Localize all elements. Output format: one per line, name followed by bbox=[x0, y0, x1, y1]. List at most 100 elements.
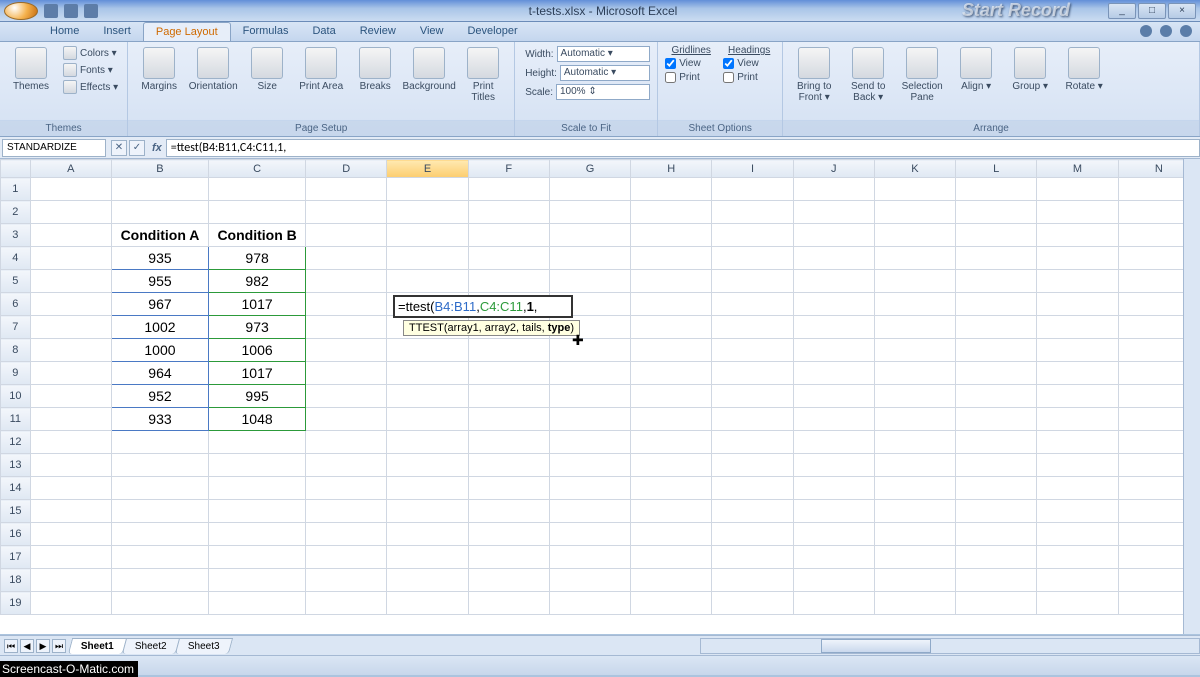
cell-G1[interactable] bbox=[549, 178, 630, 201]
cell-K9[interactable] bbox=[874, 362, 955, 385]
cell-B17[interactable] bbox=[111, 546, 208, 569]
cell-E18[interactable] bbox=[387, 569, 468, 592]
cell-I3[interactable] bbox=[712, 224, 793, 247]
cell-D11[interactable] bbox=[306, 408, 387, 431]
cell-M4[interactable] bbox=[1037, 247, 1118, 270]
cell-A19[interactable] bbox=[30, 592, 111, 615]
cell-J9[interactable] bbox=[793, 362, 874, 385]
cell-E8[interactable] bbox=[387, 339, 468, 362]
selection-pane-button[interactable]: Selection Pane bbox=[897, 45, 947, 105]
width-select[interactable]: Automatic ▾ bbox=[557, 46, 651, 62]
cell-D12[interactable] bbox=[306, 431, 387, 454]
undo-icon[interactable] bbox=[64, 4, 78, 18]
cell-I15[interactable] bbox=[712, 500, 793, 523]
orientation-button[interactable]: Orientation bbox=[188, 45, 238, 94]
horizontal-scrollbar[interactable] bbox=[700, 638, 1200, 654]
cell-A16[interactable] bbox=[30, 523, 111, 546]
cell-H3[interactable] bbox=[631, 224, 712, 247]
cell-G9[interactable] bbox=[549, 362, 630, 385]
sheet-tab-1[interactable]: Sheet1 bbox=[68, 638, 127, 654]
align-button[interactable]: Align ▾ bbox=[951, 45, 1001, 94]
cell-F3[interactable] bbox=[468, 224, 549, 247]
cell-A5[interactable] bbox=[30, 270, 111, 293]
cell-J14[interactable] bbox=[793, 477, 874, 500]
cell-A15[interactable] bbox=[30, 500, 111, 523]
sheet-tab-3[interactable]: Sheet3 bbox=[174, 638, 232, 654]
cell-A14[interactable] bbox=[30, 477, 111, 500]
cell-K12[interactable] bbox=[874, 431, 955, 454]
cell-C17[interactable] bbox=[209, 546, 306, 569]
cell-G10[interactable] bbox=[549, 385, 630, 408]
row-header-12[interactable]: 12 bbox=[1, 431, 31, 454]
scale-spinner[interactable]: 100% ⇕ bbox=[556, 84, 650, 100]
cell-L9[interactable] bbox=[956, 362, 1037, 385]
row-header-13[interactable]: 13 bbox=[1, 454, 31, 477]
cell-I19[interactable] bbox=[712, 592, 793, 615]
maximize-button[interactable]: □ bbox=[1138, 3, 1166, 19]
cell-M12[interactable] bbox=[1037, 431, 1118, 454]
cell-C3[interactable]: Condition B bbox=[209, 224, 306, 247]
cell-D17[interactable] bbox=[306, 546, 387, 569]
col-header-K[interactable]: K bbox=[874, 160, 955, 178]
cell-G4[interactable] bbox=[549, 247, 630, 270]
cell-K15[interactable] bbox=[874, 500, 955, 523]
quick-access-toolbar[interactable] bbox=[44, 4, 98, 18]
row-header-1[interactable]: 1 bbox=[1, 178, 31, 201]
sheet-nav-first[interactable]: ⏮ bbox=[4, 639, 18, 653]
cell-C14[interactable] bbox=[209, 477, 306, 500]
cell-M19[interactable] bbox=[1037, 592, 1118, 615]
sheet-nav-prev[interactable]: ◀ bbox=[20, 639, 34, 653]
cell-J6[interactable] bbox=[793, 293, 874, 316]
tab-data[interactable]: Data bbox=[300, 22, 347, 41]
enter-formula-icon[interactable]: ✓ bbox=[129, 140, 145, 156]
cell-H14[interactable] bbox=[631, 477, 712, 500]
cell-D2[interactable] bbox=[306, 201, 387, 224]
office-button[interactable] bbox=[4, 2, 38, 20]
cell-M5[interactable] bbox=[1037, 270, 1118, 293]
help-icon[interactable] bbox=[1140, 25, 1152, 37]
cell-B4[interactable]: 935 bbox=[111, 247, 208, 270]
cell-G5[interactable] bbox=[549, 270, 630, 293]
cell-A8[interactable] bbox=[30, 339, 111, 362]
cell-I8[interactable] bbox=[712, 339, 793, 362]
cell-K13[interactable] bbox=[874, 454, 955, 477]
cell-J8[interactable] bbox=[793, 339, 874, 362]
cell-E10[interactable] bbox=[387, 385, 468, 408]
cell-M13[interactable] bbox=[1037, 454, 1118, 477]
cell-F4[interactable] bbox=[468, 247, 549, 270]
cell-F8[interactable] bbox=[468, 339, 549, 362]
cell-C13[interactable] bbox=[209, 454, 306, 477]
row-header-17[interactable]: 17 bbox=[1, 546, 31, 569]
cell-H2[interactable] bbox=[631, 201, 712, 224]
cell-F5[interactable] bbox=[468, 270, 549, 293]
background-button[interactable]: Background bbox=[404, 45, 454, 94]
col-header-A[interactable]: A bbox=[30, 160, 111, 178]
cell-K6[interactable] bbox=[874, 293, 955, 316]
rotate-button[interactable]: Rotate ▾ bbox=[1059, 45, 1109, 94]
vertical-scrollbar[interactable] bbox=[1183, 159, 1200, 634]
cell-M16[interactable] bbox=[1037, 523, 1118, 546]
cell-F14[interactable] bbox=[468, 477, 549, 500]
height-select[interactable]: Automatic ▾ bbox=[560, 65, 650, 81]
cell-D8[interactable] bbox=[306, 339, 387, 362]
cell-L13[interactable] bbox=[956, 454, 1037, 477]
cell-E16[interactable] bbox=[387, 523, 468, 546]
cell-B19[interactable] bbox=[111, 592, 208, 615]
row-header-9[interactable]: 9 bbox=[1, 362, 31, 385]
cell-E15[interactable] bbox=[387, 500, 468, 523]
cell-E11[interactable] bbox=[387, 408, 468, 431]
cell-H6[interactable] bbox=[631, 293, 712, 316]
col-header-I[interactable]: I bbox=[712, 160, 793, 178]
cell-L16[interactable] bbox=[956, 523, 1037, 546]
print-area-button[interactable]: Print Area bbox=[296, 45, 346, 94]
row-header-15[interactable]: 15 bbox=[1, 500, 31, 523]
col-header-C[interactable]: C bbox=[209, 160, 306, 178]
tab-review[interactable]: Review bbox=[348, 22, 408, 41]
cell-J17[interactable] bbox=[793, 546, 874, 569]
minimize-ribbon-icon[interactable] bbox=[1160, 25, 1172, 37]
cell-I6[interactable] bbox=[712, 293, 793, 316]
cell-L11[interactable] bbox=[956, 408, 1037, 431]
cell-L3[interactable] bbox=[956, 224, 1037, 247]
headings-print-checkbox[interactable]: Print bbox=[722, 71, 776, 84]
cancel-formula-icon[interactable]: ✕ bbox=[111, 140, 127, 156]
